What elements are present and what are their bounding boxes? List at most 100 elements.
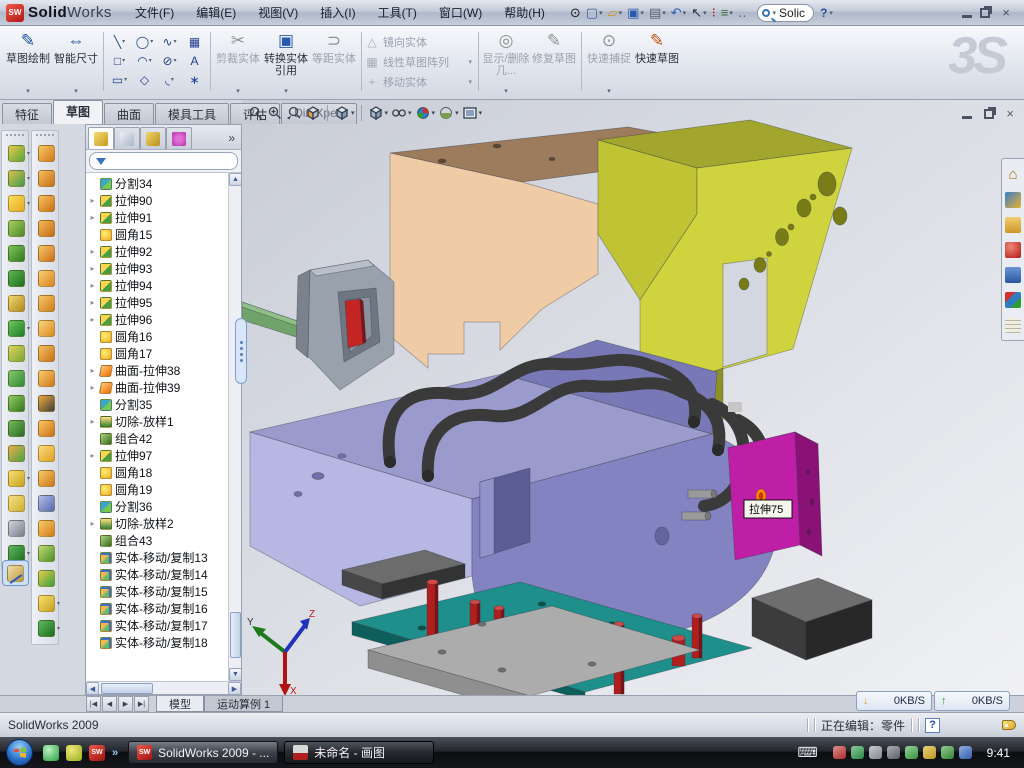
rapid-sketch-button[interactable]: ✎快速草图 [633,28,681,95]
search-box[interactable]: ▾ Solic [757,4,815,22]
featuremanager-tab[interactable] [88,127,114,149]
scroll-thumb[interactable] [230,612,241,658]
view-palette-icon[interactable] [1002,262,1024,287]
minimize-button[interactable] [962,7,972,18]
panel-splitter-handle[interactable] [235,318,247,384]
lofted-boss-icon[interactable] [2,241,30,266]
expander-icon[interactable]: ▸ [88,519,97,528]
panel-overflow-button[interactable]: » [228,131,241,149]
configmanager-tab[interactable] [140,127,166,149]
menu-3[interactable]: 插入(I) [311,1,364,24]
misc-icon[interactable]: ‥ [736,5,749,21]
tree-item-组合43[interactable]: 组合43 [88,532,228,549]
tray-antivirus-icon[interactable] [833,746,846,759]
menu-0[interactable]: 文件(F) [126,1,183,24]
scroll-down-arrow[interactable]: ▼ [229,668,241,681]
reference-sketch-icon[interactable] [2,291,30,316]
tree-item-拉伸92[interactable]: ▸拉伸92 [88,243,228,260]
pin-icon[interactable]: ⊙ [568,5,583,21]
tree-item-圆角18[interactable]: 圆角18 [88,464,228,481]
tray-certificate-icon[interactable] [869,746,882,759]
menu-2[interactable]: 视图(V) [249,1,307,24]
shell-icon[interactable] [2,391,30,416]
help-chevron-icon[interactable]: ▾ [829,9,833,17]
tree-item-拉伸91[interactable]: ▸拉伸91 [88,209,228,226]
expander-icon[interactable]: ▸ [88,383,97,392]
tab-模具工具[interactable]: 模具工具 [155,103,229,124]
surface-fillet-icon[interactable] [32,366,60,391]
menu-4[interactable]: 工具(T) [369,1,426,24]
save-icon[interactable]: ▣▾ [625,5,646,21]
replace-face-icon[interactable] [32,416,60,441]
hide-show-items-icon[interactable]: ▾ [391,105,412,121]
axis-icon[interactable] [2,516,30,541]
quicklaunch-solidworks-icon[interactable]: SW [89,745,105,761]
measure-button[interactable] [2,560,29,586]
tree-item-曲面-拉伸38[interactable]: ▸曲面-拉伸38 [88,362,228,379]
tree-vertical-scrollbar[interactable]: ▲ ▼ [228,173,241,681]
slot-tool[interactable]: ▭▾ [107,70,132,89]
zoom-fit-icon[interactable] [248,105,264,121]
tab-nav-first[interactable]: |◀ [86,696,101,712]
doc-restore-button[interactable] [984,109,994,119]
boundary-boss-icon[interactable] [2,266,30,291]
display-style-icon[interactable]: ▾ [368,105,389,121]
study-tab-模型[interactable]: 模型 [156,696,204,712]
tree-item-拉伸97[interactable]: ▸拉伸97 [88,447,228,464]
extend-surface-icon[interactable] [32,466,60,491]
move-copy-body-icon[interactable] [2,441,30,466]
expander-icon[interactable]: ▸ [88,315,97,324]
rectangle-tool[interactable]: □▾ [107,51,132,70]
tree-item-分割36[interactable]: 分割36 [88,498,228,515]
taskbar-button-SolidWorks 2009 - ...[interactable]: SWSolidWorks 2009 - ... [128,741,278,764]
rib-icon[interactable] [2,341,30,366]
untrim-surface-icon[interactable] [32,491,60,516]
appearances-pane-icon[interactable] [1002,287,1024,312]
quicklaunch-messenger-icon[interactable] [43,745,59,761]
tray-speaker-icon[interactable] [887,746,900,759]
boundary-surface-icon[interactable] [32,241,60,266]
tree-item-圆角17[interactable]: 圆角17 [88,345,228,362]
expander-icon[interactable]: ▸ [88,264,97,273]
surface-extrude-icon[interactable] [32,141,60,166]
doc-close-button[interactable]: × [1006,106,1014,121]
zoom-area-icon[interactable] [267,105,283,121]
wrap-icon[interactable] [2,416,30,441]
status-help-icon[interactable]: ? [925,718,940,733]
tab-草图[interactable]: 草图 [53,100,103,124]
file-explorer-icon[interactable] [1002,212,1024,237]
plane2-icon[interactable]: ▾ [32,591,60,616]
freeform-icon[interactable] [32,316,60,341]
view-orientation-icon[interactable]: ▾ [334,105,355,121]
tree-item-切除-放样2[interactable]: ▸切除-放样2 [88,515,228,532]
search-input[interactable]: Solic [779,6,805,20]
tree-filter-input[interactable] [89,152,238,170]
close-button[interactable]: × [998,5,1014,20]
helix2-icon[interactable]: ▾ [32,616,60,641]
tree-item-切除-放样1[interactable]: ▸切除-放样1 [88,413,228,430]
cut-with-surface-icon[interactable] [32,541,60,566]
swept-boss-icon[interactable] [2,216,30,241]
tree-item-拉伸94[interactable]: ▸拉伸94 [88,277,228,294]
plane-icon[interactable] [2,491,30,516]
graphics-area[interactable]: Y Z X 拉伸75 [242,100,1024,695]
tree-item-实体-移动/复制17[interactable]: 实体-移动/复制17 [88,617,228,634]
draft-icon[interactable] [2,366,30,391]
dome-icon[interactable] [32,566,60,591]
scroll-right-arrow[interactable]: ▶ [228,682,241,695]
circle-tool[interactable]: ◯▾ [132,32,157,51]
expander-icon[interactable]: ▸ [88,196,97,205]
help-button[interactable]: ? [820,6,827,20]
text-tool[interactable]: A [182,51,207,70]
menu-6[interactable]: 帮助(H) [495,1,554,24]
extruded-boss-icon[interactable]: ▾ [2,141,30,166]
print-icon[interactable]: ▤▾ [647,5,668,21]
fillet-icon[interactable]: ▾ [2,191,30,216]
options-icon[interactable]: ≡▾ [719,5,735,21]
doc-minimize-button[interactable] [962,108,972,119]
previous-view-icon[interactable] [286,105,302,121]
tab-nav-prev[interactable]: ◀ [102,696,117,712]
polygon-tool[interactable]: ◇ [132,70,157,89]
tray-network-warning-icon[interactable] [923,746,936,759]
tree-item-曲面-拉伸39[interactable]: ▸曲面-拉伸39 [88,379,228,396]
